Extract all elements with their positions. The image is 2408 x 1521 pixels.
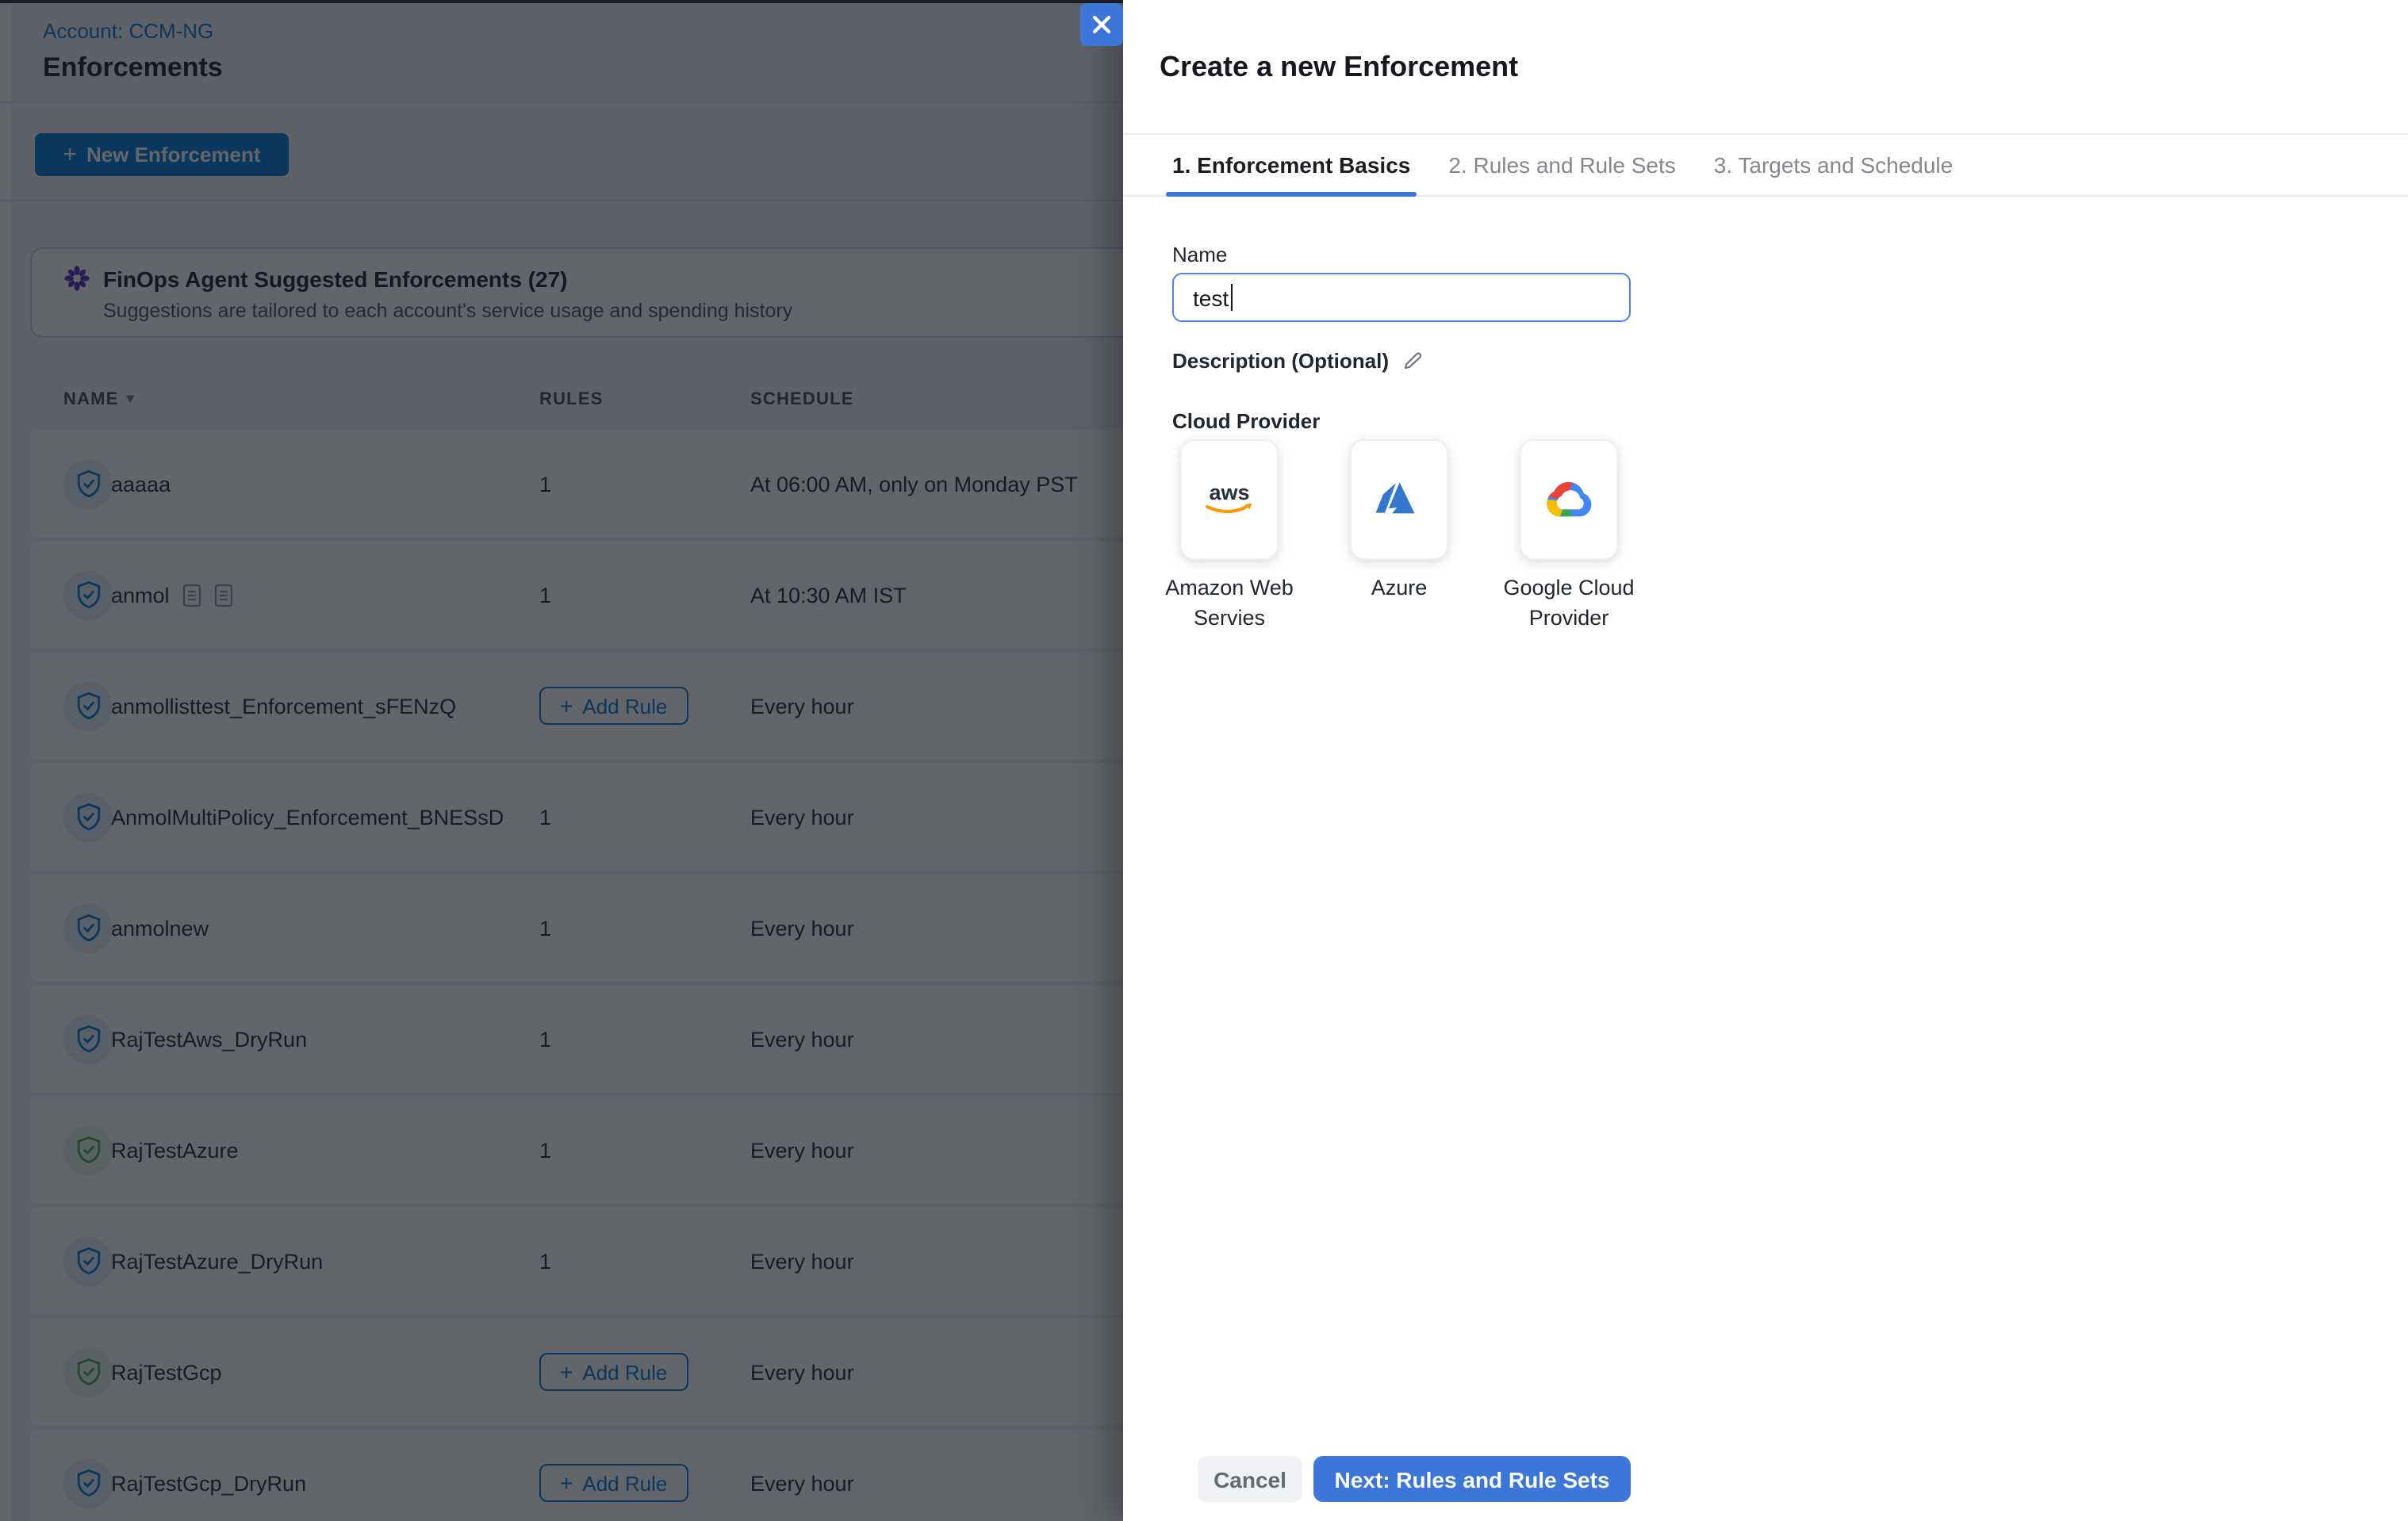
name-input[interactable]: test: [1172, 273, 1631, 322]
wizard-tabs: 1. Enforcement Basics 2. Rules and Rule …: [1123, 135, 2408, 197]
provider-card-aws[interactable]: aws: [1180, 439, 1279, 560]
provider-card-azure[interactable]: [1350, 439, 1448, 560]
tab-rules-and-rule-sets[interactable]: 2. Rules and Rule Sets: [1448, 135, 1675, 195]
cloud-provider-label: Cloud Provider: [1172, 409, 1320, 433]
close-drawer-button[interactable]: [1080, 3, 1123, 46]
cancel-button[interactable]: Cancel: [1198, 1456, 1302, 1502]
azure-logo: [1374, 478, 1424, 521]
close-icon: [1091, 14, 1112, 35]
provider-card-gcp[interactable]: [1520, 439, 1618, 560]
next-button[interactable]: Next: Rules and Rule Sets: [1313, 1456, 1631, 1502]
tab-enforcement-basics[interactable]: 1. Enforcement Basics: [1172, 135, 1410, 195]
app-root: Account: CCM-NG Enforcements + New Enfor…: [0, 0, 2408, 1521]
modal-scrim[interactable]: [0, 0, 1125, 1521]
provider-label-gcp: Google Cloud Provider: [1477, 573, 1661, 633]
text-cursor: [1230, 284, 1233, 311]
name-input-value: test: [1193, 285, 1229, 310]
create-enforcement-drawer: Create a new Enforcement 1. Enforcement …: [1123, 0, 2408, 1521]
aws-logo: aws: [1199, 479, 1260, 520]
description-label: Description (Optional): [1172, 349, 1422, 373]
google-cloud-logo: [1542, 477, 1596, 522]
svg-text:aws: aws: [1209, 481, 1249, 504]
provider-label-aws: Amazon Web Servies: [1137, 573, 1321, 633]
name-label: Name: [1172, 243, 1227, 266]
edit-pencil-icon[interactable]: [1401, 351, 1422, 371]
provider-label-azure: Azure: [1307, 573, 1491, 603]
drawer-title: Create a new Enforcement: [1160, 51, 1518, 84]
tab-targets-and-schedule[interactable]: 3. Targets and Schedule: [1714, 135, 1954, 195]
